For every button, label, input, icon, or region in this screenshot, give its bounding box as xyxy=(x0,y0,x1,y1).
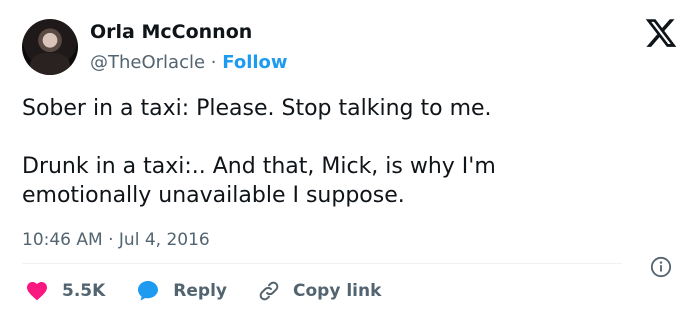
divider xyxy=(22,263,622,264)
avatar[interactable] xyxy=(22,19,78,75)
copy-link-label: Copy link xyxy=(293,281,382,301)
reply-label: Reply xyxy=(173,281,227,301)
handle-row: @TheOrlacle · Follow xyxy=(90,51,288,75)
tweet-timestamp[interactable]: 10:46 AM · Jul 4, 2016 xyxy=(22,228,210,252)
action-bar: 5.5K Reply Copy link xyxy=(24,277,411,305)
tweet-text: Sober in a taxi: Please. Stop talking to… xyxy=(22,96,496,208)
heart-icon xyxy=(27,282,47,301)
speech-bubble-icon xyxy=(138,281,159,301)
x-logo-icon[interactable] xyxy=(644,16,678,50)
follow-button[interactable]: Follow xyxy=(222,52,287,73)
author-handle[interactable]: @TheOrlacle xyxy=(90,52,205,73)
reply-button[interactable]: Reply xyxy=(135,279,227,303)
date-separator: · xyxy=(108,230,114,250)
info-icon[interactable] xyxy=(650,256,672,278)
handle-separator: · xyxy=(210,51,217,73)
author-name[interactable]: Orla McConnon xyxy=(90,20,288,44)
likes-count: 5.5K xyxy=(62,281,106,301)
copy-link-button[interactable]: Copy link xyxy=(257,279,381,303)
tweet-date: Jul 4, 2016 xyxy=(118,230,210,250)
author-identity: Orla McConnon @TheOrlacle · Follow xyxy=(90,20,288,75)
tweet-header: Orla McConnon @TheOrlacle · Follow xyxy=(22,16,288,78)
like-button[interactable]: 5.5K xyxy=(24,279,105,303)
tweet-card: Orla McConnon @TheOrlacle · Follow Sober… xyxy=(0,0,700,318)
tweet-time: 10:46 AM xyxy=(22,230,103,250)
link-icon xyxy=(259,281,279,301)
